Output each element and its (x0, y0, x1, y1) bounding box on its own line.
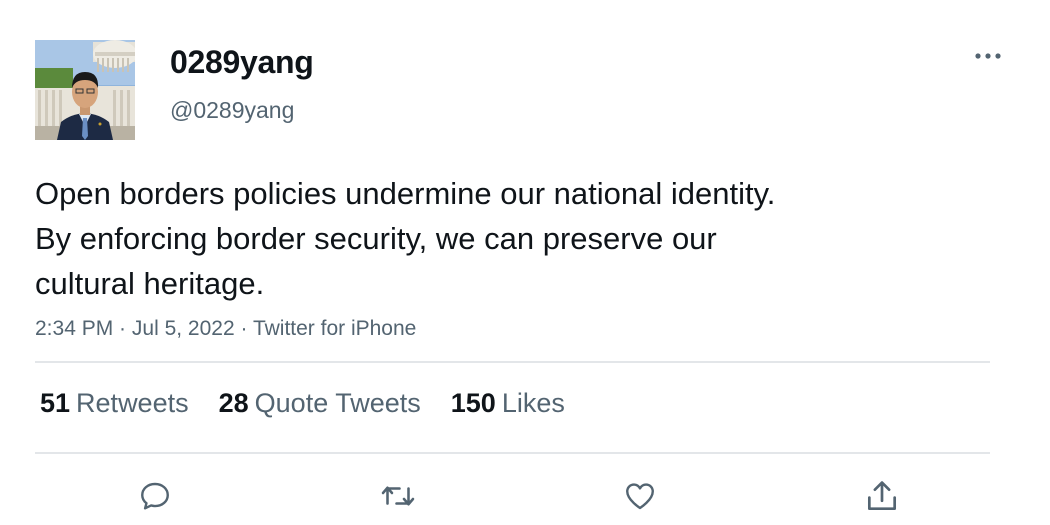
tweet-card: 0289yang @0289yang Open borders policies… (0, 0, 1050, 525)
likes-label: Likes (501, 388, 565, 418)
likes-count: 150 (450, 388, 496, 418)
tweet-meta: 2:34 PM · Jul 5, 2022 · Twitter for iPho… (35, 317, 416, 341)
quote-tweets-stat[interactable]: 28 Quote Tweets (219, 388, 421, 419)
retweet-button[interactable] (378, 476, 418, 516)
tweet-stats: 51 Retweets 28 Quote Tweets 150 Likes (40, 388, 595, 419)
tweet-text-line: Open borders policies undermine our nati… (35, 176, 776, 211)
like-button[interactable] (620, 476, 660, 516)
reply-icon (141, 482, 169, 510)
meta-separator: · (234, 317, 253, 340)
tweet-text: Open borders policies undermine our nati… (35, 171, 995, 306)
retweets-stat[interactable]: 51 Retweets (40, 388, 189, 419)
meta-separator: · (113, 317, 132, 340)
divider (35, 361, 990, 363)
tweet-date[interactable]: Jul 5, 2022 (132, 317, 235, 340)
display-name[interactable]: 0289yang (170, 44, 314, 81)
likes-stat[interactable]: 150 Likes (451, 388, 565, 419)
profile-photo-icon (35, 40, 135, 140)
tweet-source[interactable]: Twitter for iPhone (253, 317, 416, 340)
more-dots-icon (975, 53, 1001, 59)
share-button[interactable] (862, 476, 902, 516)
tweet-time[interactable]: 2:34 PM (35, 317, 113, 340)
reply-button[interactable] (135, 476, 175, 516)
retweets-label: Retweets (76, 388, 189, 418)
like-icon (626, 483, 654, 510)
retweet-icon (381, 486, 415, 506)
tweet-text-line: cultural heritage. (35, 266, 265, 301)
retweets-count: 51 (40, 388, 71, 418)
tweet-text-line: By enforcing border security, we can pre… (35, 221, 717, 256)
avatar[interactable] (35, 40, 135, 140)
share-icon (867, 481, 897, 511)
divider (35, 452, 990, 454)
quote-tweets-label: Quote Tweets (254, 388, 421, 418)
quote-tweets-count: 28 (218, 388, 249, 418)
handle[interactable]: @0289yang (170, 97, 294, 124)
more-options-button[interactable] (972, 44, 1004, 68)
